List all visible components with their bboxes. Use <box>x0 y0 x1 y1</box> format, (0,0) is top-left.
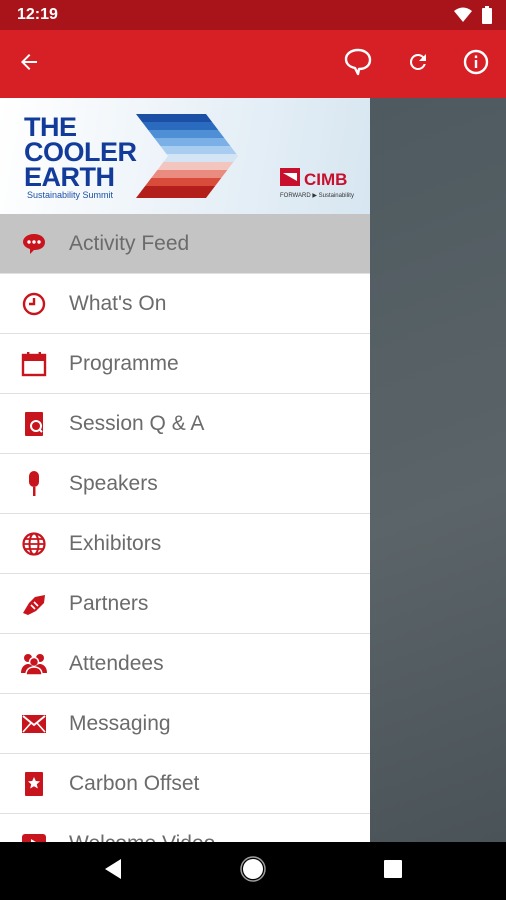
menu-item-label: Session Q & A <box>69 411 205 435</box>
triangle-back-icon <box>103 858 123 885</box>
menu-item-speakers[interactable]: Speakers <box>0 454 370 514</box>
menu-item-activity-feed[interactable]: Activity Feed <box>0 214 370 274</box>
nav-back-button[interactable] <box>98 856 128 886</box>
envelope-icon <box>20 710 48 738</box>
drawer-menu: Activity Feed What's On Programme Sessio… <box>0 214 370 842</box>
menu-item-label: Welcome Video <box>69 832 215 843</box>
menu-item-partners[interactable]: Partners <box>0 574 370 634</box>
app-bar <box>0 30 506 98</box>
microphone-icon <box>20 470 48 498</box>
status-time: 12:19 <box>17 6 58 23</box>
battery-icon <box>482 6 492 29</box>
menu-item-label: Programme <box>69 351 179 375</box>
video-icon <box>20 830 48 842</box>
status-bar: 12:19 <box>0 0 506 30</box>
menu-item-label: Partners <box>69 591 149 615</box>
menu-item-label: Speakers <box>69 471 158 495</box>
system-nav-bar <box>0 842 506 900</box>
clock-icon <box>20 290 48 318</box>
banner-subtitle: Sustainability Summit <box>27 190 114 200</box>
menu-item-session-qa[interactable]: Session Q & A <box>0 394 370 454</box>
menu-item-exhibitors[interactable]: Exhibitors <box>0 514 370 574</box>
menu-item-label: Messaging <box>69 711 171 735</box>
menu-item-whats-on[interactable]: What's On <box>0 274 370 334</box>
wifi-icon <box>454 7 472 28</box>
menu-item-label: Carbon Offset <box>69 771 200 795</box>
navigation-drawer: THE COOLER EARTH Sustainability Summit C… <box>0 98 370 842</box>
sponsor-logo: CIMB <box>280 168 347 191</box>
calendar-icon <box>20 350 48 378</box>
badge-icon <box>20 770 48 798</box>
menu-item-label: What's On <box>69 291 167 315</box>
menu-item-label: Activity Feed <box>69 231 190 255</box>
status-icons <box>454 6 492 29</box>
chat-button[interactable] <box>340 46 376 82</box>
info-button[interactable] <box>458 46 494 82</box>
menu-item-messaging[interactable]: Messaging <box>0 694 370 754</box>
event-banner: THE COOLER EARTH Sustainability Summit C… <box>0 98 370 214</box>
menu-item-welcome-video[interactable]: Welcome Video <box>0 814 370 842</box>
drawer-scrim[interactable] <box>370 98 506 842</box>
cimb-logo-icon <box>280 168 300 191</box>
handshake-icon <box>20 590 48 618</box>
globe-icon <box>20 530 48 558</box>
info-icon <box>463 49 489 80</box>
menu-item-programme[interactable]: Programme <box>0 334 370 394</box>
circle-home-icon <box>240 855 266 887</box>
sponsor-tagline: FORWARD ▶ Sustainability <box>280 193 354 199</box>
chat-bubble-icon <box>20 230 48 258</box>
refresh-button[interactable] <box>400 46 436 82</box>
back-button[interactable] <box>11 46 47 82</box>
sponsor-name: CIMB <box>304 169 348 189</box>
menu-item-label: Exhibitors <box>69 531 162 555</box>
square-recents-icon <box>384 859 402 883</box>
nav-recents-button[interactable] <box>378 856 408 886</box>
refresh-icon <box>406 50 430 79</box>
nav-home-button[interactable] <box>238 855 268 887</box>
chevron-graphic-icon <box>136 114 240 203</box>
qa-icon <box>20 410 48 438</box>
menu-item-attendees[interactable]: Attendees <box>0 634 370 694</box>
back-arrow-icon <box>17 50 41 79</box>
menu-item-label: Attendees <box>69 651 164 675</box>
people-icon <box>20 650 48 678</box>
chat-bubble-icon <box>343 47 373 82</box>
banner-title-line-3: EARTH <box>24 162 115 192</box>
menu-item-carbon-offset[interactable]: Carbon Offset <box>0 754 370 814</box>
